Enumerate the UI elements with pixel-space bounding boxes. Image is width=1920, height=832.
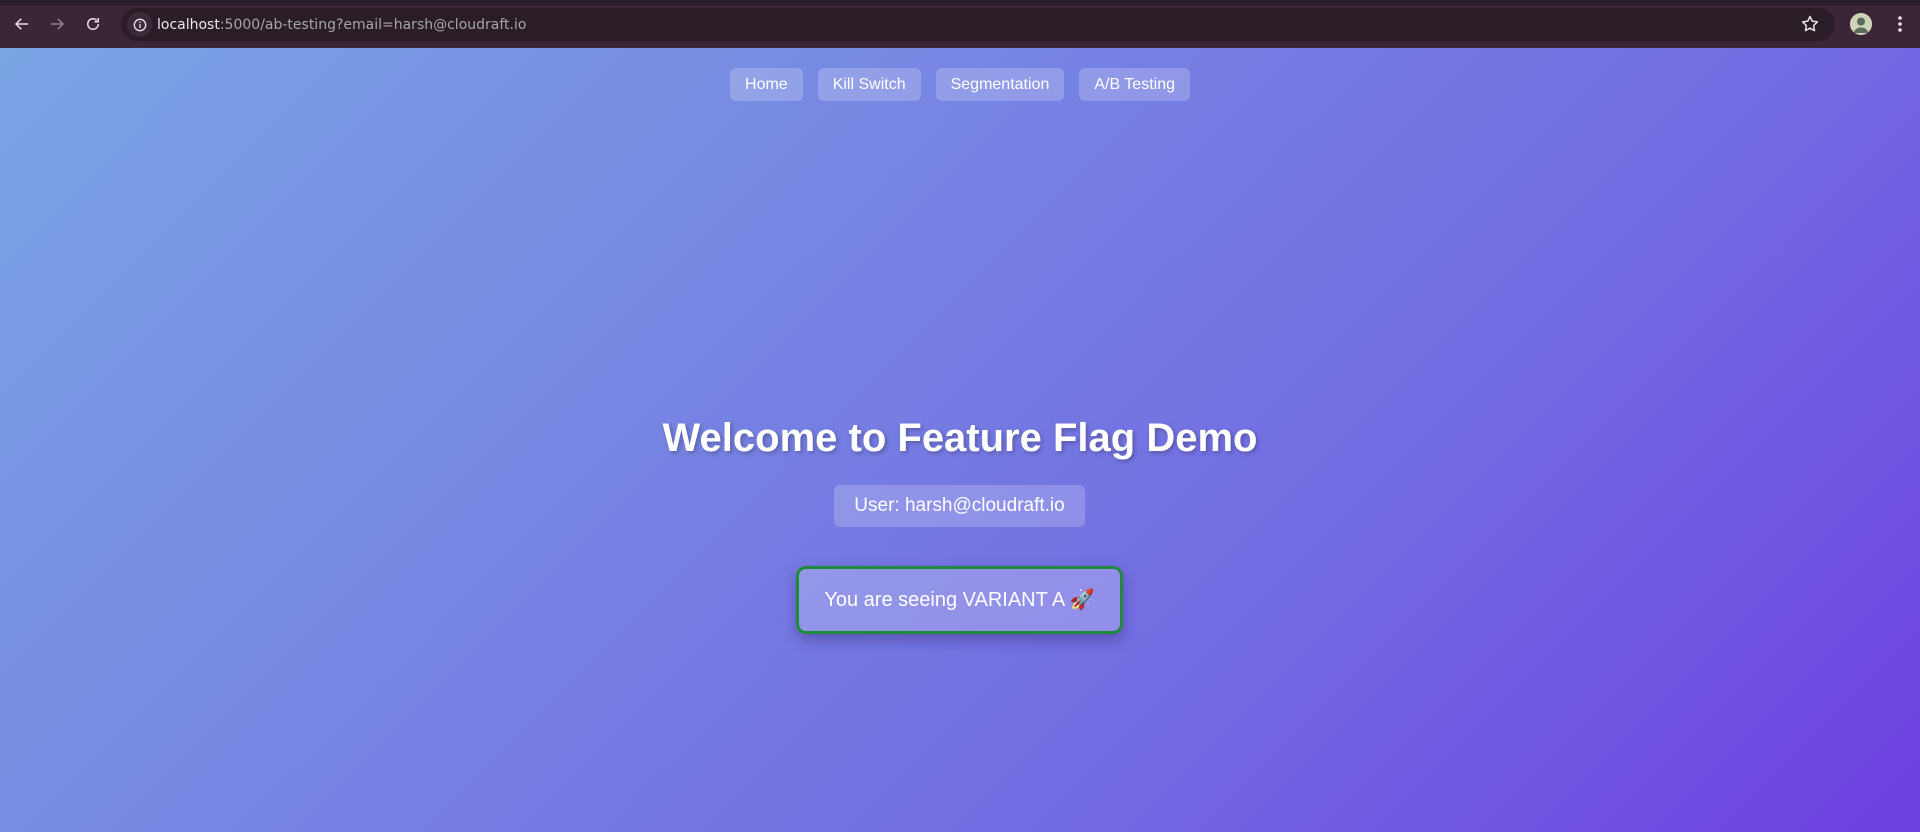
address-bar[interactable]: localhost:5000/ab-testing?email=harsh@cl… <box>121 8 1835 41</box>
variant-message-box: You are seeing VARIANT A 🚀 <box>796 566 1123 634</box>
nav-link-segmentation[interactable]: Segmentation <box>935 68 1065 101</box>
url-path: :5000/ab-testing?email=harsh@cloudraft.i… <box>219 17 527 33</box>
arrow-right-icon <box>51 18 65 30</box>
profile-icon <box>1850 13 1872 35</box>
browser-toolbar: localhost:5000/ab-testing?email=harsh@cl… <box>0 0 1920 48</box>
star-icon <box>1801 15 1819 32</box>
bookmark-button[interactable] <box>1800 14 1820 34</box>
reload-icon <box>87 18 99 30</box>
page-title: Welcome to Feature Flag Demo <box>662 416 1258 460</box>
forward-button[interactable] <box>43 10 71 38</box>
url-text: localhost:5000/ab-testing?email=harsh@cl… <box>157 17 526 33</box>
arrow-left-icon <box>14 18 28 30</box>
nav-link-ab-testing[interactable]: A/B Testing <box>1079 68 1190 101</box>
reload-button[interactable] <box>79 10 107 38</box>
profile-avatar[interactable] <box>1850 13 1872 35</box>
kebab-menu-icon <box>1898 16 1902 32</box>
top-navigation: Home Kill Switch Segmentation A/B Testin… <box>0 68 1920 101</box>
back-button[interactable] <box>8 10 36 38</box>
url-host: localhost <box>157 17 220 33</box>
browser-menu-button[interactable] <box>1891 14 1909 34</box>
site-info-icon[interactable] <box>127 12 152 37</box>
page-background: Home Kill Switch Segmentation A/B Testin… <box>0 48 1920 832</box>
user-badge: User: harsh@cloudraft.io <box>834 485 1085 527</box>
nav-link-home[interactable]: Home <box>730 68 803 101</box>
nav-link-kill-switch[interactable]: Kill Switch <box>817 68 921 101</box>
